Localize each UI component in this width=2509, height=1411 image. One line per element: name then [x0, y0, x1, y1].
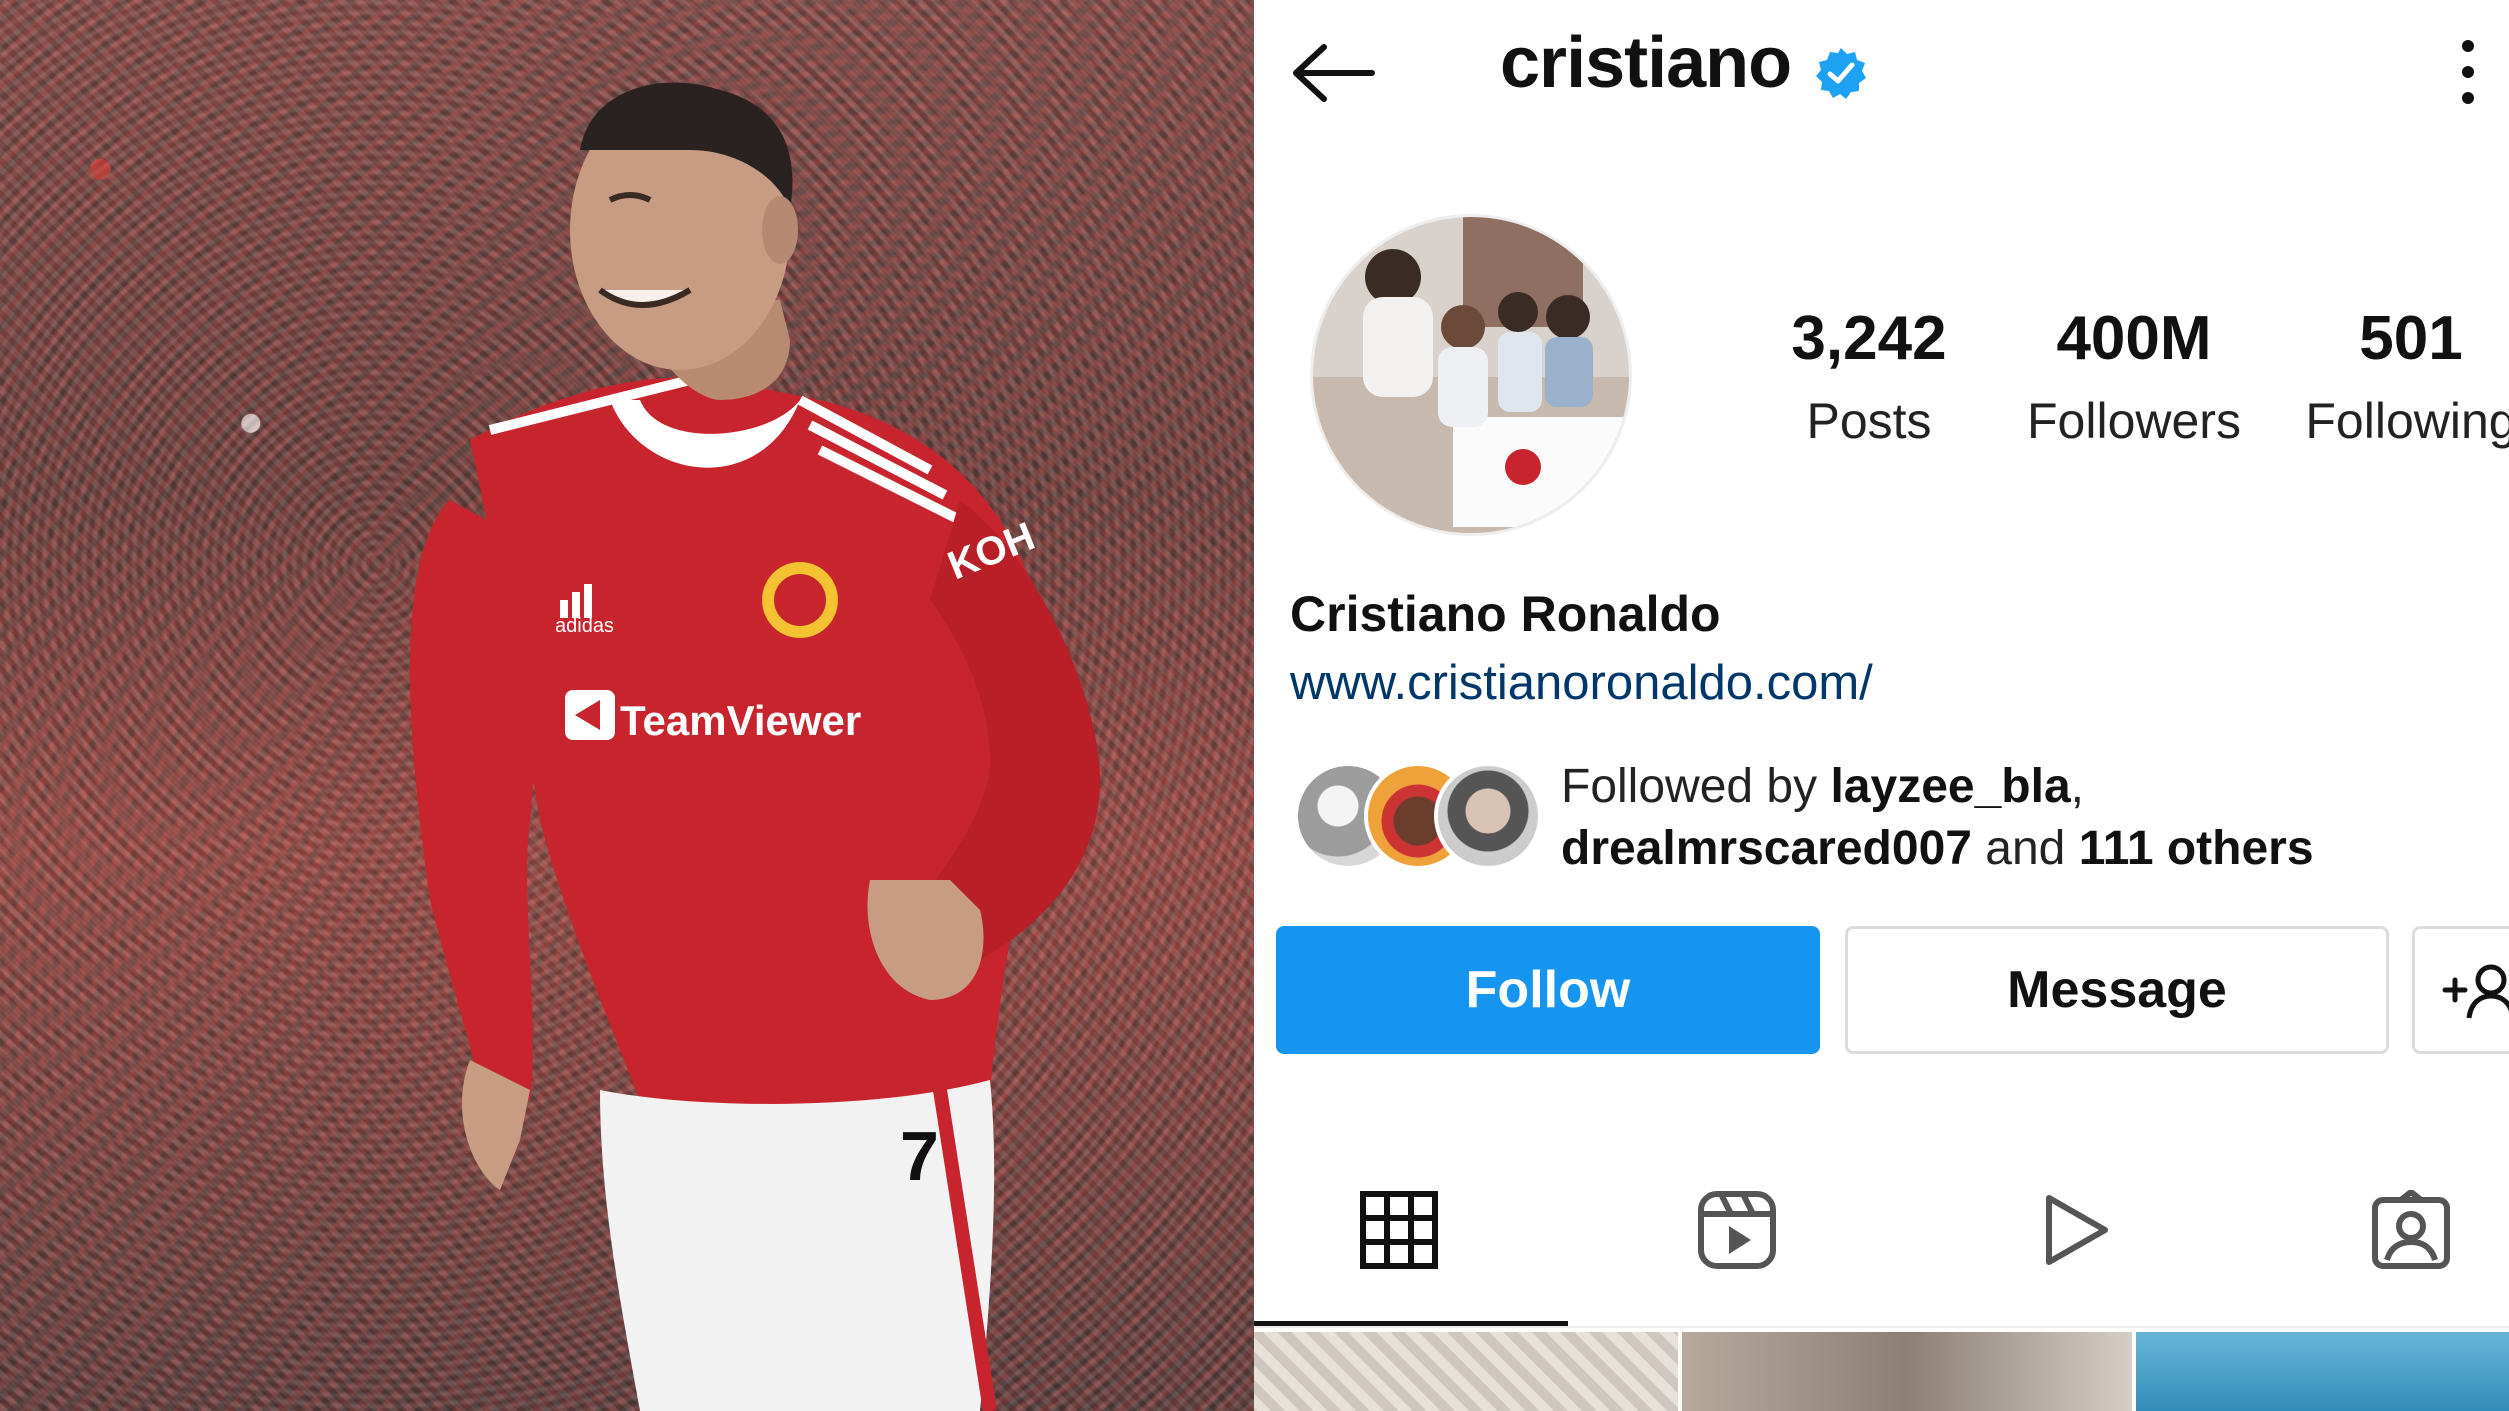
followed-by-text[interactable]: Followed by layzee_bla, drealmrscared007… [1561, 756, 2491, 880]
arrow-left-icon [1293, 44, 1375, 102]
sponsor-text: TeamViewer [620, 697, 861, 744]
posts-label: Posts [1806, 393, 1932, 449]
post-thumbnail[interactable] [1682, 1332, 2132, 1411]
followers-count: 400M [2056, 304, 2212, 373]
tab-divider [1254, 1326, 2509, 1328]
mutual-avatar [1434, 762, 1542, 870]
followed-by-prefix: Followed by [1561, 760, 1831, 813]
reels-icon[interactable] [1697, 1190, 1777, 1270]
followers-label: Followers [2027, 393, 2241, 449]
add-user-icon [2442, 964, 2509, 1019]
player-figure: TeamViewer KOH adidas 7 [410, 82, 1100, 1411]
following-label: Following [2305, 393, 2509, 449]
suggest-user-button[interactable] [2412, 926, 2509, 1054]
stat-following[interactable]: 501 Following [2256, 308, 2509, 450]
kit-brand-text: adidas [555, 615, 614, 637]
stat-posts[interactable]: 3,242 Posts [1724, 308, 2014, 450]
verified-badge-icon [1816, 48, 1866, 99]
profile-website-link[interactable]: www.cristianoronaldo.com/ [1290, 655, 1873, 711]
tagged-icon[interactable] [2371, 1190, 2451, 1270]
instagram-profile: cristiano 3,242 Posts 400M Followers 501… [1254, 0, 2509, 1411]
separator: , [2070, 760, 2084, 813]
more-vertical-icon[interactable] [2453, 36, 2483, 108]
profile-username: cristiano [1500, 23, 1792, 103]
shirt-number: 7 [900, 1117, 939, 1195]
posts-count: 3,242 [1791, 304, 1947, 373]
profile-full-name: Cristiano Ronaldo [1290, 586, 1721, 642]
mutual-followers-avatars[interactable] [1294, 762, 1542, 870]
grid-icon[interactable] [1359, 1190, 1439, 1270]
and-text: and [1971, 822, 2079, 875]
profile-avatar[interactable] [1310, 214, 1632, 536]
following-count: 501 [2359, 304, 2463, 373]
message-button[interactable]: Message [1845, 926, 2389, 1054]
video-icon[interactable] [2035, 1190, 2115, 1270]
mutual-user-2: drealmrscared007 [1561, 822, 1972, 875]
post-thumbnail[interactable] [2136, 1332, 2509, 1411]
post-thumbnail[interactable] [1254, 1332, 1678, 1411]
follow-button[interactable]: Follow [1276, 926, 1820, 1054]
mutual-user-1: layzee_bla [1830, 760, 2071, 813]
avatar-image [1313, 217, 1629, 533]
stat-followers[interactable]: 400M Followers [1979, 308, 2289, 450]
mutual-others: 111 others [2078, 822, 2314, 875]
player-photo: TeamViewer KOH adidas 7 [0, 0, 1254, 1411]
back-button[interactable] [1290, 38, 1380, 108]
